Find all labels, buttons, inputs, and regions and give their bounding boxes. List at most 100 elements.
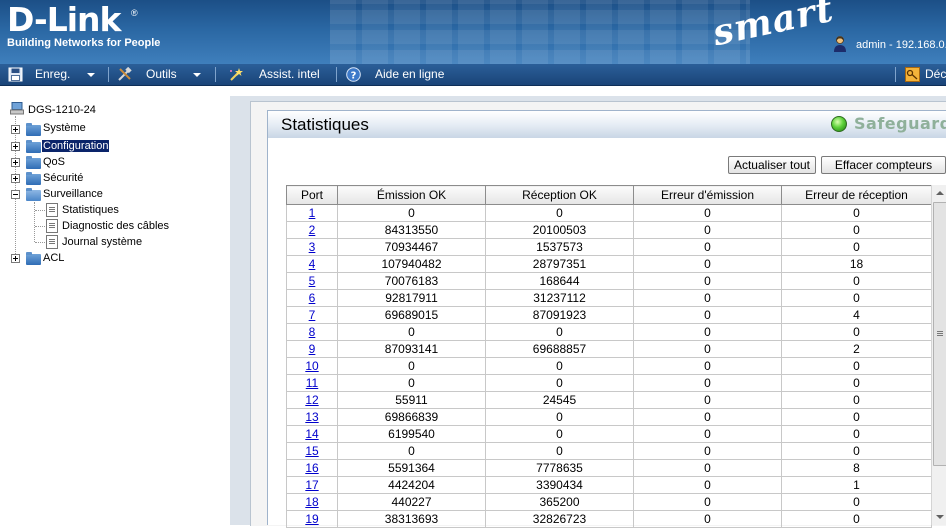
- column-header-port[interactable]: Port: [286, 185, 338, 205]
- tree-item-label: Statistiques: [62, 204, 119, 216]
- port-link[interactable]: 15: [305, 444, 318, 458]
- column-header-tx-error[interactable]: Erreur d'émission: [633, 185, 782, 205]
- tools-menu[interactable]: Outils: [146, 64, 177, 85]
- page-icon: [46, 235, 58, 249]
- port-cell: 2: [286, 221, 338, 239]
- green-led-icon: [831, 116, 847, 132]
- port-link[interactable]: 12: [305, 393, 318, 407]
- tree-item-label: Surveillance: [43, 188, 103, 200]
- port-link[interactable]: 17: [305, 478, 318, 492]
- tx-error-cell: 0: [633, 323, 782, 341]
- port-link[interactable]: 2: [309, 223, 316, 237]
- expand-qos-icon[interactable]: [11, 158, 20, 167]
- tx-ok-cell: 92817911: [337, 289, 486, 307]
- column-header-rx-ok[interactable]: Réception OK: [485, 185, 634, 205]
- tx-ok-cell: 0: [337, 357, 486, 375]
- port-link[interactable]: 5: [309, 274, 316, 288]
- port-cell: 4: [286, 255, 338, 273]
- tx-ok-cell: 70076183: [337, 272, 486, 290]
- tree-connector: [35, 242, 45, 243]
- rx-ok-cell: 365200: [485, 493, 634, 511]
- port-link[interactable]: 19: [305, 512, 318, 526]
- online-help-button[interactable]: Aide en ligne: [375, 64, 444, 85]
- expand-securite-icon[interactable]: [11, 174, 20, 183]
- table-row: 80000: [286, 323, 932, 341]
- tree-item-label: Système: [43, 122, 86, 134]
- vertical-scrollbar[interactable]: [931, 185, 946, 525]
- user-info: admin - 192.168.0.: [856, 39, 946, 51]
- column-header-tx-ok[interactable]: Émission OK: [337, 185, 486, 205]
- port-link[interactable]: 6: [309, 291, 316, 305]
- expand-configuration-icon[interactable]: [11, 142, 20, 151]
- table-row: 17 4424204 3390434 0 1: [286, 476, 932, 494]
- port-link[interactable]: 7: [309, 308, 316, 322]
- table-header-row: Port Émission OK Réception OK Erreur d'é…: [286, 185, 932, 205]
- tx-error-cell: 0: [633, 493, 782, 511]
- tree-connector: [15, 116, 16, 258]
- tree-item-statistiques[interactable]: Statistiques: [62, 202, 119, 218]
- scroll-up-arrow-icon[interactable]: [932, 185, 946, 201]
- folder-icon: [26, 156, 41, 169]
- folder-icon: [26, 252, 41, 265]
- column-header-rx-error[interactable]: Erreur de réception: [781, 185, 932, 205]
- tree-root[interactable]: DGS-1210-24: [28, 102, 96, 118]
- port-cell: 14: [286, 425, 338, 443]
- port-link[interactable]: 13: [305, 410, 318, 424]
- port-cell: 10: [286, 357, 338, 375]
- rx-error-cell: 0: [781, 374, 932, 392]
- table-row: 4 107940482 28797351 0 18: [286, 255, 932, 273]
- tree-item-qos[interactable]: QoS: [43, 154, 65, 170]
- collapse-surveillance-icon[interactable]: [11, 190, 20, 199]
- port-link[interactable]: 11: [306, 376, 318, 390]
- port-link[interactable]: 3: [309, 240, 316, 254]
- tree-item-systeme[interactable]: Système: [43, 120, 86, 136]
- toolbar-separator: [336, 67, 337, 82]
- save-dropdown-arrow-icon[interactable]: [87, 73, 95, 77]
- help-icon: ?: [346, 67, 361, 82]
- panel-title-bar: Statistiques Safeguard: [267, 110, 946, 139]
- expand-systeme-icon[interactable]: [11, 125, 20, 134]
- tx-error-cell: 0: [633, 374, 782, 392]
- port-link[interactable]: 10: [305, 359, 318, 373]
- scroll-thumb[interactable]: [933, 202, 946, 466]
- tx-error-cell: 0: [633, 272, 782, 290]
- scroll-down-arrow-icon[interactable]: [932, 509, 946, 525]
- tools-dropdown-arrow-icon[interactable]: [193, 73, 201, 77]
- table-row: 16 5591364 7778635 0 8: [286, 459, 932, 477]
- port-link[interactable]: 18: [305, 495, 318, 509]
- refresh-all-button[interactable]: Actualiser tout: [728, 156, 816, 174]
- rx-error-cell: 0: [781, 442, 932, 460]
- logo-tagline: Building Networks for People: [7, 37, 161, 49]
- tx-error-cell: 0: [633, 221, 782, 239]
- tree-item-diagnostic-cables[interactable]: Diagnostic des câbles: [62, 218, 169, 234]
- table-row: 10000: [286, 204, 932, 222]
- rx-ok-cell: 28797351: [485, 255, 634, 273]
- clear-counters-button[interactable]: Effacer compteurs: [821, 156, 946, 174]
- key-icon: [905, 67, 920, 82]
- folder-icon: [26, 172, 41, 185]
- port-link[interactable]: 9: [309, 342, 316, 356]
- svg-text:?: ?: [351, 71, 357, 82]
- port-cell: 6: [286, 289, 338, 307]
- rx-ok-cell: 168644: [485, 272, 634, 290]
- tree-item-surveillance[interactable]: Surveillance: [43, 186, 103, 202]
- rx-error-cell: 2: [781, 340, 932, 358]
- page-icon: [46, 203, 58, 217]
- tree-item-securite[interactable]: Sécurité: [43, 170, 83, 186]
- save-menu[interactable]: Enreg.: [35, 64, 70, 85]
- logout-button[interactable]: Déc: [925, 64, 946, 85]
- port-link[interactable]: 8: [309, 325, 316, 339]
- table-row: 6 92817911 31237112 0 0: [286, 289, 932, 307]
- port-link[interactable]: 4: [309, 257, 316, 271]
- port-link[interactable]: 16: [305, 461, 318, 475]
- tree-item-acl[interactable]: ACL: [43, 250, 64, 266]
- tree-item-journal-systeme[interactable]: Journal système: [62, 234, 142, 250]
- smart-wizard-button[interactable]: Assist. intel: [259, 64, 320, 85]
- tree-item-configuration[interactable]: Configuration: [42, 138, 110, 154]
- expand-acl-icon[interactable]: [11, 254, 20, 263]
- rx-ok-cell: 1537573: [485, 238, 634, 256]
- rx-ok-cell: 0: [485, 204, 634, 222]
- port-link[interactable]: 14: [305, 427, 318, 441]
- rx-error-cell: 0: [781, 272, 932, 290]
- port-link[interactable]: 1: [309, 206, 316, 220]
